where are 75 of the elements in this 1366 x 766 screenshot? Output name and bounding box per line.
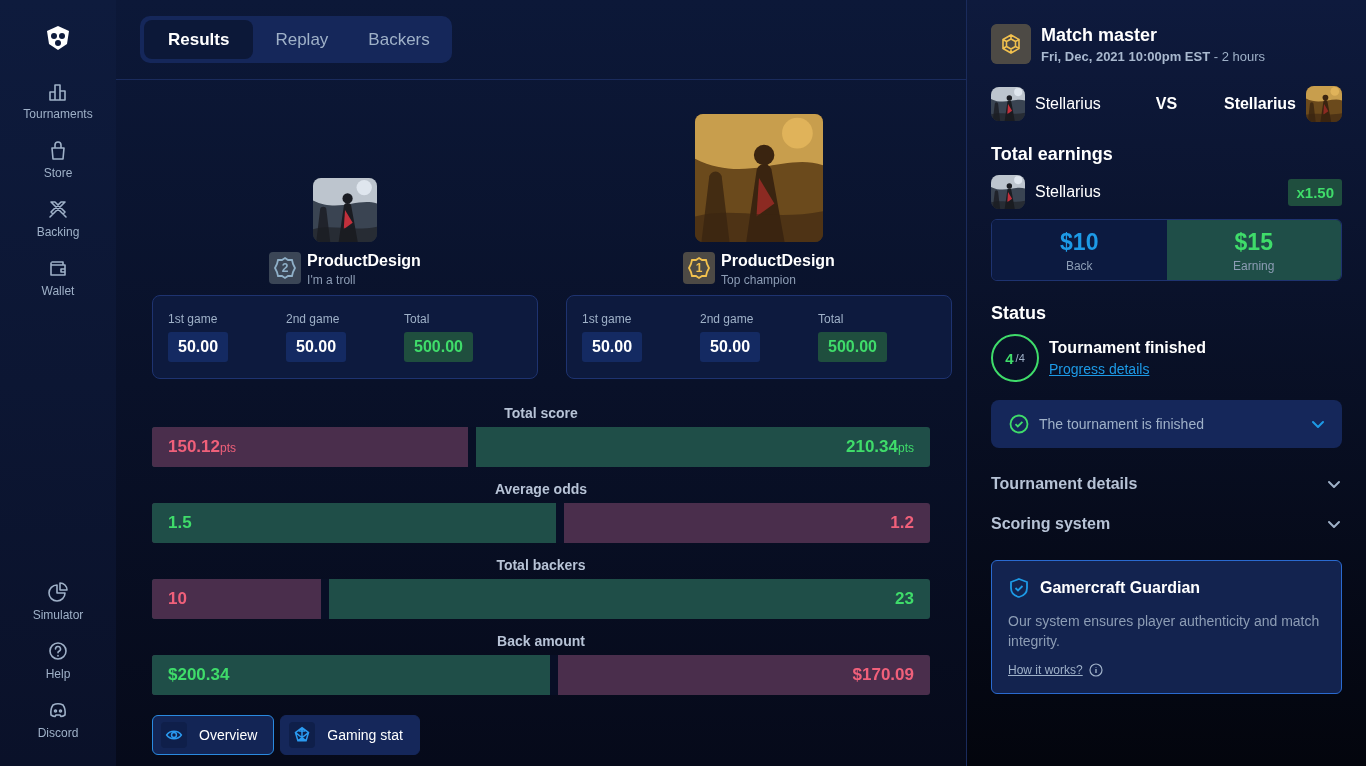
stat-value: 23 xyxy=(895,589,914,609)
versus-label: VS xyxy=(1155,95,1178,113)
tab[interactable]: Backers xyxy=(350,20,448,59)
section-title: Total earnings xyxy=(991,144,1114,165)
stat-title: Average odds xyxy=(494,481,588,497)
web-icon xyxy=(289,722,316,748)
game-label: 2nd game xyxy=(700,312,755,326)
stat-value: $200.34 xyxy=(168,665,230,685)
game-label: 1st game xyxy=(582,312,633,326)
swords-icon xyxy=(47,198,69,220)
guardian-text: Our system ensures player authenticity and match integrity. xyxy=(1008,612,1321,651)
info-icon xyxy=(1088,663,1103,677)
tab[interactable]: Results xyxy=(144,20,254,59)
section-title: Status xyxy=(991,303,1047,324)
earning-amount: $15 xyxy=(1234,229,1273,256)
rank-badge: 1 xyxy=(683,252,716,284)
accordion-header[interactable]: Scoring system xyxy=(991,504,1342,544)
game-score: 50.00 xyxy=(168,332,229,362)
stat-title: Total backers xyxy=(496,557,586,573)
guardian-title: Gamercraft Guardian xyxy=(1040,579,1201,597)
notice-text: The tournament is finished xyxy=(1039,416,1205,432)
help-icon xyxy=(47,640,69,662)
stat-value: 1.2 xyxy=(890,513,914,533)
earning-label: Earning xyxy=(1233,259,1275,273)
progress-link[interactable]: Progress details xyxy=(1049,361,1207,377)
player-name: Stellarius xyxy=(1035,95,1101,113)
hexagon-icon xyxy=(991,24,1031,64)
game-label: Total xyxy=(404,312,431,326)
multiplier: x1.50 xyxy=(1288,178,1342,206)
game-score: 500.00 xyxy=(404,332,473,362)
player-subtitle: I'm a troll xyxy=(307,273,357,287)
status-headline: Tournament finished xyxy=(1049,339,1207,357)
game-label: Total xyxy=(818,312,845,326)
match-date: Fri, Dec, 2021 10:00pm EST - 2 hours xyxy=(1041,48,1265,64)
player-name: ProductDesign xyxy=(307,252,421,270)
shield-check-icon xyxy=(1008,577,1030,599)
nav-item[interactable]: Discord xyxy=(8,699,108,740)
tab[interactable]: Replay xyxy=(257,20,347,59)
nav-item[interactable]: Store xyxy=(8,139,108,180)
pie-icon xyxy=(47,581,69,603)
game-label: 1st game xyxy=(168,312,219,326)
nav-item[interactable]: Backing xyxy=(8,198,108,239)
how-it-works-link[interactable]: How it works? xyxy=(1008,663,1083,677)
progress-ring: 4/4 xyxy=(991,334,1039,382)
stat-title: Total score xyxy=(504,405,578,421)
game-score: 50.00 xyxy=(286,332,347,362)
section-tab[interactable]: Gaming stat xyxy=(280,715,420,755)
back-amount: $10 xyxy=(1060,229,1099,256)
game-label: 2nd game xyxy=(286,312,341,326)
game-score: 500.00 xyxy=(818,332,887,362)
nav-item[interactable]: Simulator xyxy=(8,581,108,622)
game-score: 50.00 xyxy=(700,332,761,362)
check-circle-icon xyxy=(1009,414,1029,434)
nav-item[interactable]: Wallet xyxy=(8,257,108,298)
stat-value: 150.12pts xyxy=(168,437,236,457)
back-label: Back xyxy=(1065,259,1093,273)
stat-value: 10 xyxy=(168,589,187,609)
stat-value: 210.34pts xyxy=(846,437,914,457)
rank-badge: 2 xyxy=(269,252,302,284)
status-notice[interactable]: The tournament is finished xyxy=(991,400,1342,448)
stat-value: 1.5 xyxy=(168,513,192,533)
player-name: Stellarius xyxy=(1223,95,1296,113)
shield-logo-icon[interactable] xyxy=(44,24,72,52)
section-tab[interactable]: Overview xyxy=(152,715,275,755)
match-title: Match master xyxy=(1041,24,1159,46)
game-score: 50.00 xyxy=(582,332,643,362)
player-name: Stellarius xyxy=(1035,183,1101,201)
eye-icon xyxy=(161,722,187,748)
player-name: ProductDesign xyxy=(721,252,835,270)
stat-title: Back amount xyxy=(497,633,585,649)
nav-item[interactable]: Help xyxy=(8,640,108,681)
nav-item[interactable]: Tournaments xyxy=(8,80,108,121)
stat-value: $170.09 xyxy=(852,665,914,685)
player-subtitle: Top champion xyxy=(721,273,797,287)
accordion-header[interactable]: Tournament details xyxy=(991,464,1342,504)
